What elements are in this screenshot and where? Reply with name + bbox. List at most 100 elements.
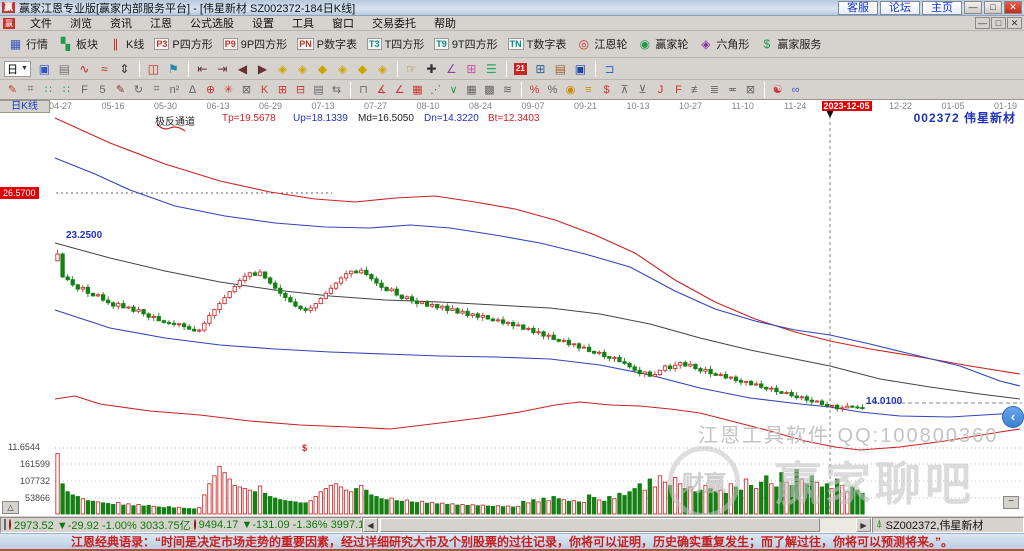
- pen2-icon[interactable]: ✎: [112, 82, 129, 97]
- zigzag2-icon[interactable]: ≈: [95, 60, 114, 77]
- winner-wheel-button[interactable]: ◉赢家轮: [633, 34, 694, 54]
- menu-item-7[interactable]: 窗口: [323, 14, 363, 32]
- menu-item-1[interactable]: 浏览: [61, 14, 101, 32]
- f-angle-icon[interactable]: F: [670, 82, 687, 97]
- fan2-icon[interactable]: ∠: [391, 82, 408, 97]
- menu-item-6[interactable]: 工具: [283, 14, 323, 32]
- star-icon[interactable]: ✳: [220, 82, 237, 97]
- pane-minimize-button[interactable]: −: [1003, 496, 1019, 509]
- angle-icon[interactable]: ∠: [442, 60, 461, 77]
- minimize-button[interactable]: —: [964, 1, 982, 14]
- first-bar-icon[interactable]: ⇤: [193, 60, 212, 77]
- child-restore-button[interactable]: □: [991, 17, 1006, 29]
- truck-icon[interactable]: ⊐: [600, 60, 619, 77]
- strike4-icon[interactable]: ≢: [688, 82, 705, 97]
- strike7-icon[interactable]: ⊠: [742, 82, 759, 97]
- maximize-button[interactable]: □: [984, 1, 1002, 14]
- menu-item-4[interactable]: 公式选股: [181, 14, 243, 32]
- quotes-button[interactable]: ▦行情: [4, 34, 54, 54]
- child-minimize-button[interactable]: —: [975, 17, 990, 29]
- menu-item-8[interactable]: 交易委托: [363, 14, 425, 32]
- zigzag-icon[interactable]: ∿: [75, 60, 94, 77]
- fan-icon[interactable]: ∡: [373, 82, 390, 97]
- gann-wheel-button[interactable]: ◎江恩轮: [572, 34, 633, 54]
- menu-item-2[interactable]: 资讯: [101, 14, 141, 32]
- notebook-icon[interactable]: ▤: [551, 60, 570, 77]
- strike5-icon[interactable]: ≣: [706, 82, 723, 97]
- calculator-icon[interactable]: ⊞: [531, 60, 550, 77]
- prev-bar-icon[interactable]: ◀: [233, 60, 252, 77]
- calendar-icon[interactable]: 21: [511, 60, 530, 77]
- sh-index-quote[interactable]: 2973.52 ▼-29.92 -1.00% 3033.75亿: [14, 517, 191, 533]
- strike1-icon[interactable]: ≡: [580, 82, 597, 97]
- pen-icon[interactable]: ✎: [4, 82, 21, 97]
- diamond3-icon[interactable]: ◆: [313, 60, 332, 77]
- n2-icon[interactable]: n²: [166, 82, 183, 97]
- winner-service-button[interactable]: $赢家服务: [755, 34, 827, 54]
- k-mark-icon[interactable]: K: [256, 82, 273, 97]
- hatch-icon[interactable]: ⌗: [22, 82, 39, 97]
- kline-button[interactable]: ∥K线: [104, 34, 150, 54]
- status-stock-label[interactable]: SZ002372,伟星新材: [886, 517, 984, 533]
- diamond4-icon[interactable]: ◈: [333, 60, 352, 77]
- hand-icon[interactable]: ☞: [402, 60, 421, 77]
- scroll-left-arrow[interactable]: ◀: [363, 518, 378, 532]
- close-button[interactable]: ✕: [1004, 1, 1022, 14]
- strike2-icon[interactable]: ⊼: [616, 82, 633, 97]
- scroll-right-arrow[interactable]: ▶: [856, 518, 871, 532]
- dots-grid-icon[interactable]: ∷: [40, 82, 57, 97]
- menu-item-5[interactable]: 设置: [243, 14, 283, 32]
- tbar-icon[interactable]: ⊓: [355, 82, 372, 97]
- f-tool-icon[interactable]: F: [76, 82, 93, 97]
- diamond6-icon[interactable]: ◈: [373, 60, 392, 77]
- rays-icon[interactable]: ⋰: [427, 82, 444, 97]
- child-close-button[interactable]: ✕: [1007, 17, 1022, 29]
- dots-grid2-icon[interactable]: ∷: [58, 82, 75, 97]
- flag-icon[interactable]: ⚑: [164, 60, 183, 77]
- percent-red-icon[interactable]: %: [526, 82, 543, 97]
- target-icon[interactable]: ⊕: [202, 82, 219, 97]
- crosshair-icon[interactable]: ✚: [422, 60, 441, 77]
- lines-icon[interactable]: ☰: [482, 60, 501, 77]
- next-bar-icon[interactable]: ▶: [253, 60, 272, 77]
- pink-grid-icon[interactable]: ⊞: [462, 60, 481, 77]
- infinity-icon[interactable]: ∞: [787, 82, 804, 97]
- updown-icon[interactable]: ⇕: [115, 60, 134, 77]
- grid3-icon[interactable]: ▦: [463, 82, 480, 97]
- t9-square-button[interactable]: T99T四方形: [430, 34, 503, 54]
- diamond2-icon[interactable]: ◈: [293, 60, 312, 77]
- strike6-icon[interactable]: ≖: [724, 82, 741, 97]
- menu-item-3[interactable]: 江恩: [141, 14, 181, 32]
- kbox-icon[interactable]: ◫: [144, 60, 163, 77]
- t-square-button[interactable]: T3T四方形: [363, 34, 430, 54]
- homepage-button[interactable]: 主页: [922, 1, 962, 15]
- dollar-pen-icon[interactable]: $: [598, 82, 615, 97]
- checks-icon[interactable]: ∨: [445, 82, 462, 97]
- market-grid-icon[interactable]: [4, 519, 6, 530]
- horizontal-scrollbar[interactable]: ◀ ▶: [362, 517, 872, 533]
- p-table-button[interactable]: PNP数字表: [293, 34, 363, 54]
- waves-icon[interactable]: ≋: [499, 82, 516, 97]
- five-tool-icon[interactable]: 5: [94, 82, 111, 97]
- period-dropdown[interactable]: 日 ▼: [4, 61, 31, 77]
- t-table-button[interactable]: TNT数字表: [504, 34, 573, 54]
- diamond1-icon[interactable]: ◈: [273, 60, 292, 77]
- grid-box-icon[interactable]: ▦: [409, 82, 426, 97]
- collapse-left-button[interactable]: ‹: [1002, 406, 1024, 428]
- hexagon-button[interactable]: ◈六角形: [694, 34, 755, 54]
- customer-service-button[interactable]: 客服: [838, 1, 878, 15]
- red-grid-icon[interactable]: ⊞: [274, 82, 291, 97]
- tab-daily-kline[interactable]: 日K线: [0, 100, 50, 113]
- window-icon[interactable]: ▣: [35, 60, 54, 77]
- menu-item-0[interactable]: 文件: [21, 14, 61, 32]
- delta-icon[interactable]: ∆: [184, 82, 201, 97]
- percent-icon[interactable]: %: [544, 82, 561, 97]
- j-angle-icon[interactable]: J: [652, 82, 669, 97]
- sectors-button[interactable]: ▚板块: [54, 34, 104, 54]
- rotate-icon[interactable]: ↻: [130, 82, 147, 97]
- red-grid2-icon[interactable]: ⊟: [292, 82, 309, 97]
- save-icon[interactable]: ▣: [571, 60, 590, 77]
- scrollbar-thumb[interactable]: [380, 518, 820, 532]
- swap-icon[interactable]: ⇆: [328, 82, 345, 97]
- p-square-button[interactable]: P3P四方形: [150, 34, 218, 54]
